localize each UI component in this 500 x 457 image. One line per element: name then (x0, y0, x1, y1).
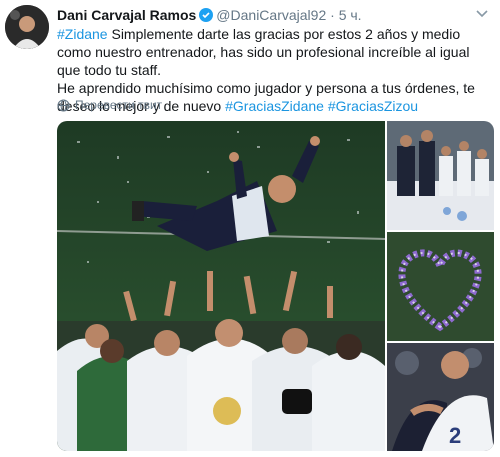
svg-text:2: 2 (449, 423, 461, 448)
avatar[interactable] (5, 5, 49, 49)
globe-icon (57, 98, 70, 112)
tweet: Dani Carvajal Ramos @DaniCarvajal92 · 5 ч… (0, 0, 500, 457)
photo-coach-embrace[interactable]: 2 (387, 343, 494, 451)
hashtag-link[interactable]: #Zidane (57, 26, 108, 42)
hashtag-link[interactable]: #GraciasZidane (225, 98, 324, 114)
tweet-timestamp[interactable]: 5 ч. (339, 7, 362, 23)
translate-tweet-link[interactable]: Перевести твит (57, 98, 162, 112)
photo-team-lifting-coach[interactable] (57, 121, 385, 451)
hashtag-link[interactable]: #GraciasZizou (328, 98, 418, 114)
translate-label: Перевести твит (75, 98, 163, 112)
author-handle[interactable]: @DaniCarvajal92 (216, 7, 326, 23)
tweet-media-grid: 2 (57, 121, 494, 451)
separator-dot: · (330, 7, 335, 23)
photo-fans-heart[interactable] (387, 232, 494, 341)
author-name[interactable]: Dani Carvajal Ramos (57, 7, 196, 23)
photo-team-celebration[interactable] (387, 121, 494, 230)
verified-badge-icon (199, 8, 214, 22)
tweet-header: Dani Carvajal Ramos @DaniCarvajal92 · 5 ч… (57, 6, 362, 24)
tweet-text-part: Simplemente darte las gracias por estos … (57, 26, 470, 78)
chevron-down-icon[interactable] (476, 10, 488, 18)
